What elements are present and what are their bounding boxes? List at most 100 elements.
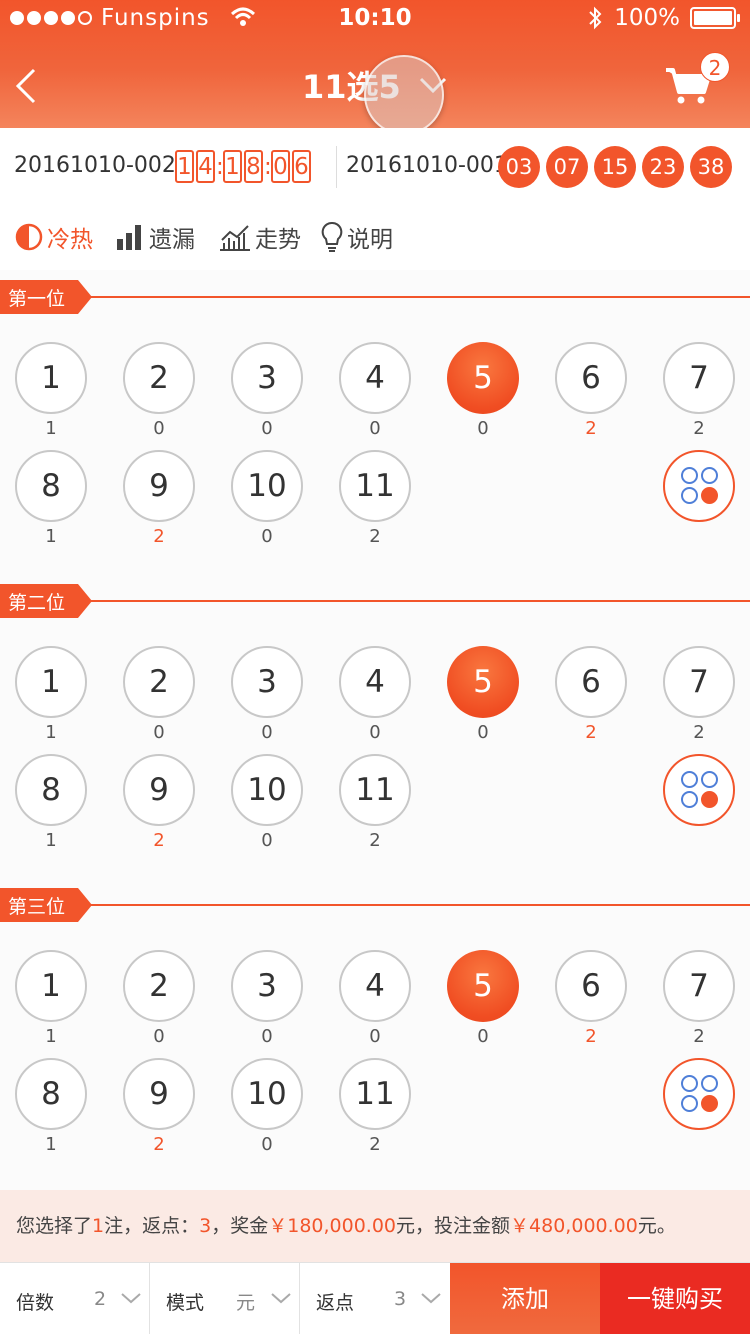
number-ball[interactable]: 2: [123, 950, 195, 1022]
winning-number: 23: [642, 146, 684, 188]
last-issue: 20161010-001: [346, 153, 508, 178]
battery-percent: 100%: [614, 5, 680, 31]
mode-select[interactable]: 模式 元: [150, 1263, 300, 1334]
random-dot-icon: [681, 487, 698, 504]
number-ball[interactable]: 10: [231, 1058, 303, 1130]
tool-missing[interactable]: 遗漏: [116, 220, 195, 254]
number-ball[interactable]: 6: [555, 950, 627, 1022]
number-ball[interactable]: 3: [231, 950, 303, 1022]
position-label: 第二位: [8, 592, 66, 614]
tool-row: 冷热 遗漏 走势 说明: [0, 206, 750, 270]
number-ball[interactable]: 11: [339, 1058, 411, 1130]
missing-count: 2: [369, 1134, 381, 1155]
section-divider: [90, 296, 750, 298]
add-button[interactable]: 添加: [450, 1263, 600, 1334]
tool-trend[interactable]: 走势: [218, 220, 301, 254]
number-ball[interactable]: 1: [15, 342, 87, 414]
number-ball[interactable]: 6: [555, 646, 627, 718]
tool-cold-hot[interactable]: 冷热: [14, 220, 93, 254]
rebate-select[interactable]: 返点 3: [300, 1263, 450, 1334]
random-pick-button[interactable]: [663, 450, 735, 522]
random-dot-icon: [701, 1075, 718, 1092]
battery-icon: [690, 7, 740, 29]
random-dot-icon: [701, 771, 718, 788]
bar-chart-icon: [117, 225, 141, 250]
missing-count: 0: [261, 418, 273, 439]
position-tag: 第一位: [0, 280, 92, 314]
number-ball[interactable]: 8: [15, 1058, 87, 1130]
countdown-digit: 0: [271, 150, 290, 183]
number-ball[interactable]: 2: [123, 342, 195, 414]
random-dot-icon: [681, 467, 698, 484]
missing-count: 1: [45, 1026, 57, 1047]
missing-count: 0: [261, 830, 273, 851]
summary-prize: ￥180,000.00: [268, 1215, 397, 1237]
rebate-label: 返点: [316, 1292, 355, 1314]
number-ball[interactable]: 7: [663, 950, 735, 1022]
tool-label: 冷热: [47, 227, 93, 253]
multiple-select[interactable]: 倍数 2: [0, 1263, 150, 1334]
number-ball[interactable]: 2: [123, 646, 195, 718]
status-right: 100%: [588, 5, 740, 31]
number-ball[interactable]: 5: [447, 646, 519, 718]
missing-count: 1: [45, 722, 57, 743]
bluetooth-icon: [589, 6, 602, 30]
missing-count: 2: [369, 830, 381, 851]
number-ball[interactable]: 9: [123, 450, 195, 522]
winning-number: 15: [594, 146, 636, 188]
cold-hot-icon: [15, 223, 43, 251]
missing-count: 1: [45, 1134, 57, 1155]
tool-help[interactable]: 说明: [320, 220, 393, 254]
number-ball[interactable]: 8: [15, 754, 87, 826]
number-ball[interactable]: 4: [339, 342, 411, 414]
number-ball[interactable]: 5: [447, 950, 519, 1022]
bulb-icon: [321, 221, 343, 252]
number-ball[interactable]: 3: [231, 342, 303, 414]
countdown-digit: 1: [175, 150, 194, 183]
number-ball[interactable]: 1: [15, 950, 87, 1022]
number-ball[interactable]: 9: [123, 754, 195, 826]
random-pick-button[interactable]: [663, 1058, 735, 1130]
random-dot-icon: [681, 791, 698, 808]
divider: [336, 146, 337, 188]
position-tag: 第三位: [0, 888, 92, 922]
missing-count: 2: [153, 830, 165, 851]
missing-count: 2: [369, 526, 381, 547]
number-ball[interactable]: 11: [339, 754, 411, 826]
summary-text: 元，投注金额: [396, 1215, 511, 1237]
countdown-digit: 1: [223, 150, 242, 183]
random-pick-button[interactable]: [663, 754, 735, 826]
missing-count: 0: [477, 418, 489, 439]
position-tag: 第二位: [0, 584, 92, 618]
mode-value: 元: [236, 1292, 256, 1314]
number-ball[interactable]: 1: [15, 646, 87, 718]
number-ball[interactable]: 5: [447, 342, 519, 414]
winning-number: 38: [690, 146, 732, 188]
number-ball[interactable]: 8: [15, 450, 87, 522]
number-ball[interactable]: 6: [555, 342, 627, 414]
summary-amount: ￥480,000.00: [510, 1215, 638, 1237]
missing-count: 0: [261, 1134, 273, 1155]
missing-count: 2: [693, 418, 705, 439]
position-label: 第三位: [8, 896, 66, 918]
last-draw-numbers: 03 07 15 23 38: [498, 146, 738, 188]
missing-count: 2: [693, 1026, 705, 1047]
number-ball[interactable]: 10: [231, 450, 303, 522]
number-ball[interactable]: 7: [663, 342, 735, 414]
tool-label: 走势: [255, 227, 301, 253]
summary-text: 元。: [637, 1215, 676, 1237]
random-dot-icon: [701, 791, 718, 808]
countdown-timer: 1 4 : 1 8 : 0 6: [174, 150, 312, 183]
number-ball[interactable]: 4: [339, 646, 411, 718]
position-section: 第二位 1 1 2 0 3 0 4 0 5 0 6 2 7 2 8 1 9 2 10 0 11 2: [0, 584, 750, 888]
number-ball[interactable]: 11: [339, 450, 411, 522]
number-ball[interactable]: 4: [339, 950, 411, 1022]
section-divider: [90, 904, 750, 906]
number-ball[interactable]: 7: [663, 646, 735, 718]
number-ball[interactable]: 10: [231, 754, 303, 826]
touch-indicator: [364, 55, 444, 135]
number-ball[interactable]: 3: [231, 646, 303, 718]
number-ball[interactable]: 9: [123, 1058, 195, 1130]
header: Funspins 10:10 100% 11选5 2: [0, 0, 750, 135]
buy-now-button[interactable]: 一键购买: [600, 1263, 750, 1334]
